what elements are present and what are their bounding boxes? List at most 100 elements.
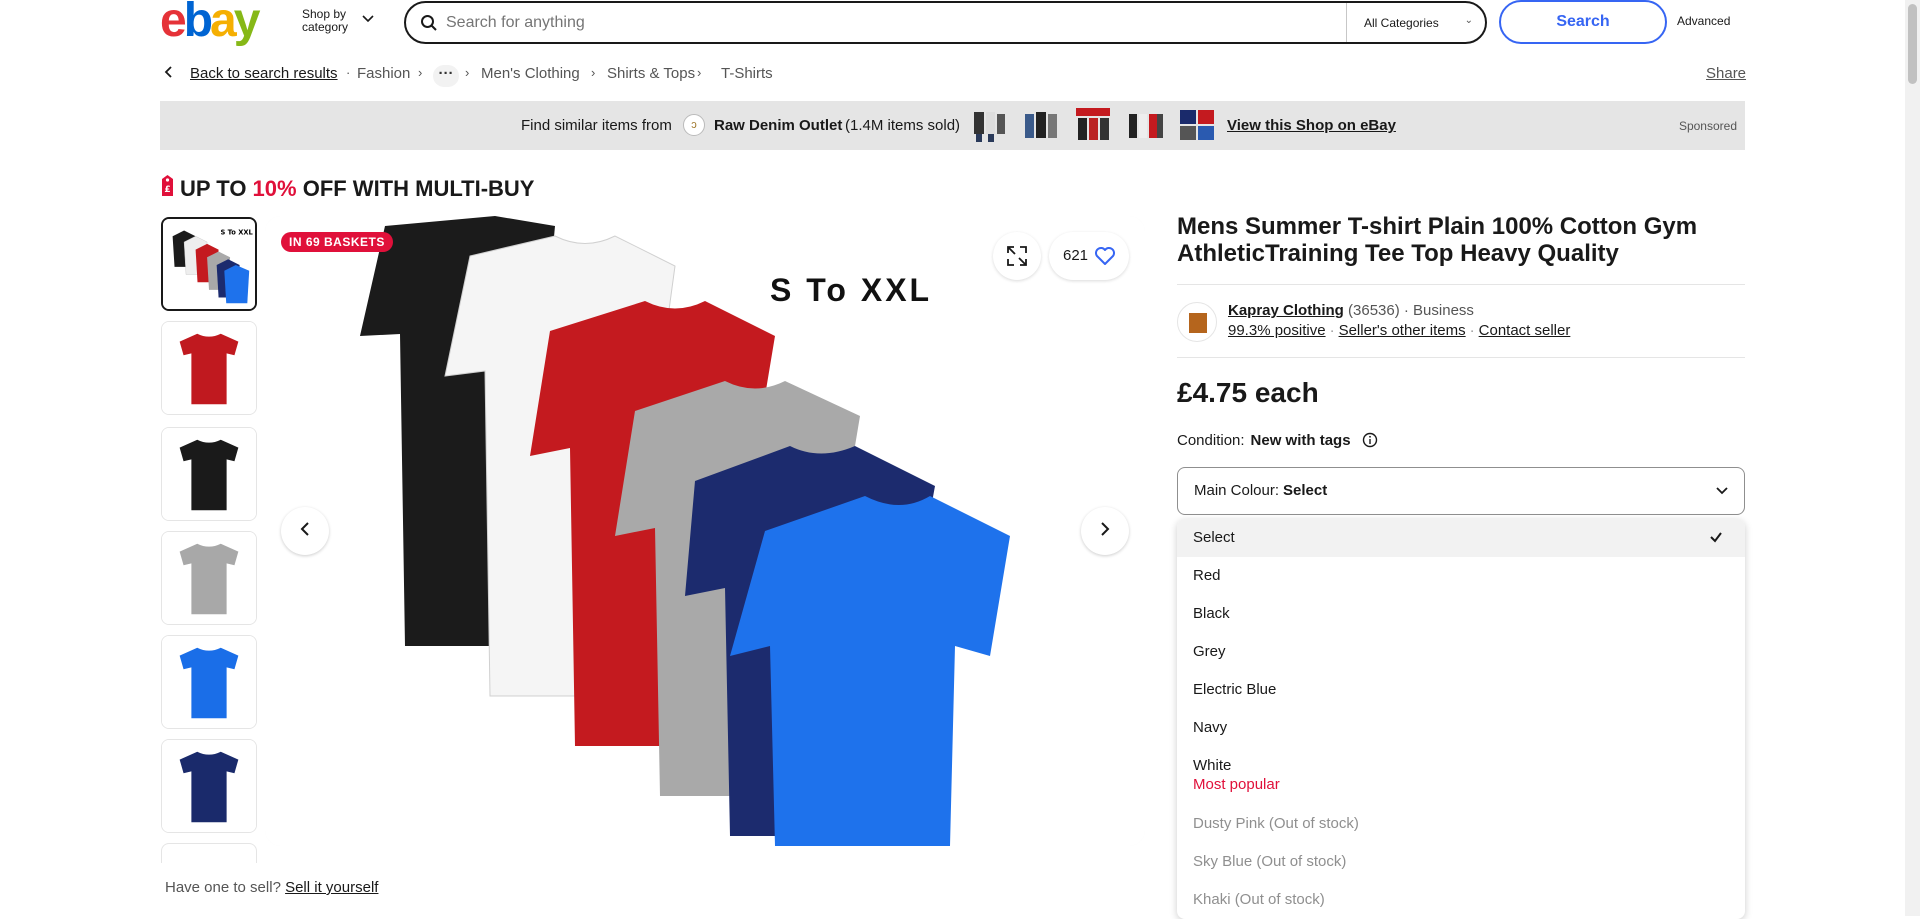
- seller-name-link[interactable]: Kapray Clothing: [1228, 302, 1344, 319]
- sponsored-banner[interactable]: Find similar items from ↄ Raw Denim Outl…: [160, 101, 1745, 150]
- sell-it-yourself: Have one to sell? Sell it yourself: [165, 879, 378, 896]
- thumbnail-1[interactable]: S To XXL: [161, 217, 257, 311]
- product-title: Mens Summer T-shirt Plain 100% Cotton Gy…: [1177, 213, 1698, 267]
- sellers-other-items-link[interactable]: Seller's other items: [1339, 322, 1466, 339]
- seller-info: Kapray Clothing (36536) · Business: [1228, 302, 1474, 319]
- sell-prompt: Have one to sell?: [165, 879, 281, 896]
- header: ebay Shop by category All Categories ⌄ S…: [160, 0, 1745, 46]
- positive-feedback-link[interactable]: 99.3% positive: [1228, 322, 1326, 339]
- thumbnail-5[interactable]: [161, 635, 257, 729]
- multibuy-percent: 10%: [252, 176, 297, 201]
- condition-label: Condition:: [1177, 432, 1245, 449]
- ebay-logo[interactable]: ebay: [160, 0, 280, 46]
- thumbnail-3[interactable]: [161, 427, 257, 521]
- seller-feedback-count: (36536): [1348, 302, 1400, 319]
- sell-it-yourself-link[interactable]: Sell it yourself: [285, 879, 378, 896]
- checkmark-icon: [1710, 532, 1722, 543]
- chevron-right-icon: ›: [465, 65, 470, 80]
- seller-type: · Business: [1403, 302, 1474, 319]
- heart-icon: [1095, 247, 1115, 265]
- chevron-right-icon: ›: [697, 65, 702, 80]
- items-sold: (1.4M items sold): [845, 117, 961, 134]
- main-colour-select[interactable]: Main Colour: Select: [1177, 467, 1745, 515]
- seller-links: 99.3% positive · Seller's other items · Cont…: [1228, 322, 1571, 339]
- most-popular-label: Most popular: [1193, 776, 1280, 793]
- chevron-left-icon: [300, 522, 309, 536]
- option-electric-blue[interactable]: Electric Blue: [1177, 671, 1745, 709]
- thumbnail-7[interactable]: [161, 843, 257, 863]
- shop-item-thumbnail[interactable]: [1178, 106, 1216, 144]
- previous-image-button[interactable]: [281, 507, 329, 555]
- back-arrow-icon[interactable]: [164, 65, 174, 83]
- page-scrollbar[interactable]: [1905, 0, 1920, 916]
- main-product-image[interactable]: S To XXL IN 69 BASKETS 621: [265, 216, 1145, 846]
- select-value: Select: [1283, 482, 1328, 499]
- category-select[interactable]: All Categories ⌄: [1346, 3, 1485, 42]
- search-button[interactable]: Search: [1499, 0, 1667, 44]
- price: £4.75 each: [1177, 377, 1319, 408]
- chevron-down-icon: [362, 12, 374, 26]
- shop-by-category-button[interactable]: Shop by category: [302, 8, 348, 34]
- shop-item-thumbnail[interactable]: [1126, 106, 1164, 144]
- search-icon: [420, 14, 438, 32]
- in-baskets-badge: IN 69 BASKETS: [281, 232, 393, 252]
- tshirt-stack-image: [265, 216, 1145, 846]
- option-select[interactable]: Select: [1177, 519, 1745, 557]
- option-black[interactable]: Black: [1177, 595, 1745, 633]
- chevron-down-icon: ⌄: [1464, 15, 1473, 26]
- option-navy[interactable]: Navy: [1177, 709, 1745, 747]
- thumbnail-4[interactable]: [161, 531, 257, 625]
- multibuy-suffix: OFF WITH MULTI-BUY: [296, 176, 535, 201]
- contact-seller-link[interactable]: Contact seller: [1479, 322, 1571, 339]
- shop-item-thumbnail[interactable]: [1022, 106, 1060, 144]
- expand-image-button[interactable]: [993, 232, 1041, 280]
- info-icon[interactable]: [1362, 432, 1378, 448]
- chevron-down-icon: [1716, 487, 1728, 495]
- colour-dropdown-list: Select Red Black Grey Electric Blue Navy…: [1177, 519, 1745, 919]
- back-to-search-link[interactable]: Back to search results: [190, 65, 338, 82]
- breadcrumb: Back to search results · Fashion › ··· ›…: [160, 62, 1746, 87]
- select-label: Main Colour:: [1194, 482, 1280, 499]
- size-range-text: S To XXL: [770, 272, 933, 308]
- divider: [1177, 284, 1745, 285]
- advanced-search-link[interactable]: Advanced: [1677, 14, 1730, 28]
- divider: [1177, 357, 1745, 358]
- chevron-right-icon: [1101, 522, 1110, 536]
- condition-value: New with tags: [1250, 432, 1351, 449]
- shop-item-thumbnail[interactable]: [970, 106, 1008, 144]
- thumbnail-2[interactable]: [161, 321, 257, 415]
- more-crumbs-button[interactable]: ···: [433, 65, 459, 87]
- option-sky-blue[interactable]: Sky Blue (Out of stock): [1177, 843, 1745, 881]
- shop-logo-icon: ↄ: [683, 114, 705, 136]
- shop-item-thumbnail[interactable]: [1074, 106, 1112, 144]
- breadcrumb-t-shirts[interactable]: T-Shirts: [721, 65, 773, 82]
- sponsored-label: Sponsored: [1678, 119, 1737, 133]
- option-white[interactable]: White Most popular: [1177, 747, 1745, 805]
- condition: Condition: New with tags: [1177, 432, 1351, 449]
- expand-icon: [1007, 246, 1027, 266]
- option-grey[interactable]: Grey: [1177, 633, 1745, 671]
- share-link[interactable]: Share: [1706, 65, 1746, 82]
- svg-text:£: £: [164, 185, 170, 195]
- multibuy-prefix: UP TO: [180, 176, 253, 201]
- option-dusty-pink[interactable]: Dusty Pink (Out of stock): [1177, 805, 1745, 843]
- price-tag-icon: £: [160, 175, 175, 197]
- search-bar: All Categories ⌄: [404, 1, 1487, 44]
- find-similar-text: Find similar items from: [521, 117, 672, 134]
- breadcrumb-shirts-tops[interactable]: Shirts & Tops: [607, 65, 695, 82]
- shop-name: Raw Denim Outlet: [714, 117, 843, 134]
- chevron-right-icon: ›: [591, 65, 596, 80]
- view-shop-link[interactable]: View this Shop on eBay: [1227, 117, 1396, 134]
- search-input[interactable]: [446, 11, 1326, 35]
- watch-count: 621: [1063, 247, 1089, 264]
- breadcrumb-fashion[interactable]: Fashion: [357, 65, 410, 82]
- watch-button[interactable]: 621: [1049, 232, 1129, 280]
- seller-avatar[interactable]: [1177, 302, 1217, 342]
- svg-text:S To XXL: S To XXL: [220, 228, 253, 236]
- next-image-button[interactable]: [1081, 507, 1129, 555]
- option-red[interactable]: Red: [1177, 557, 1745, 595]
- separator: ·: [346, 65, 351, 80]
- option-khaki[interactable]: Khaki (Out of stock): [1177, 881, 1745, 919]
- breadcrumb-mens-clothing[interactable]: Men's Clothing: [481, 65, 580, 82]
- thumbnail-6[interactable]: [161, 739, 257, 833]
